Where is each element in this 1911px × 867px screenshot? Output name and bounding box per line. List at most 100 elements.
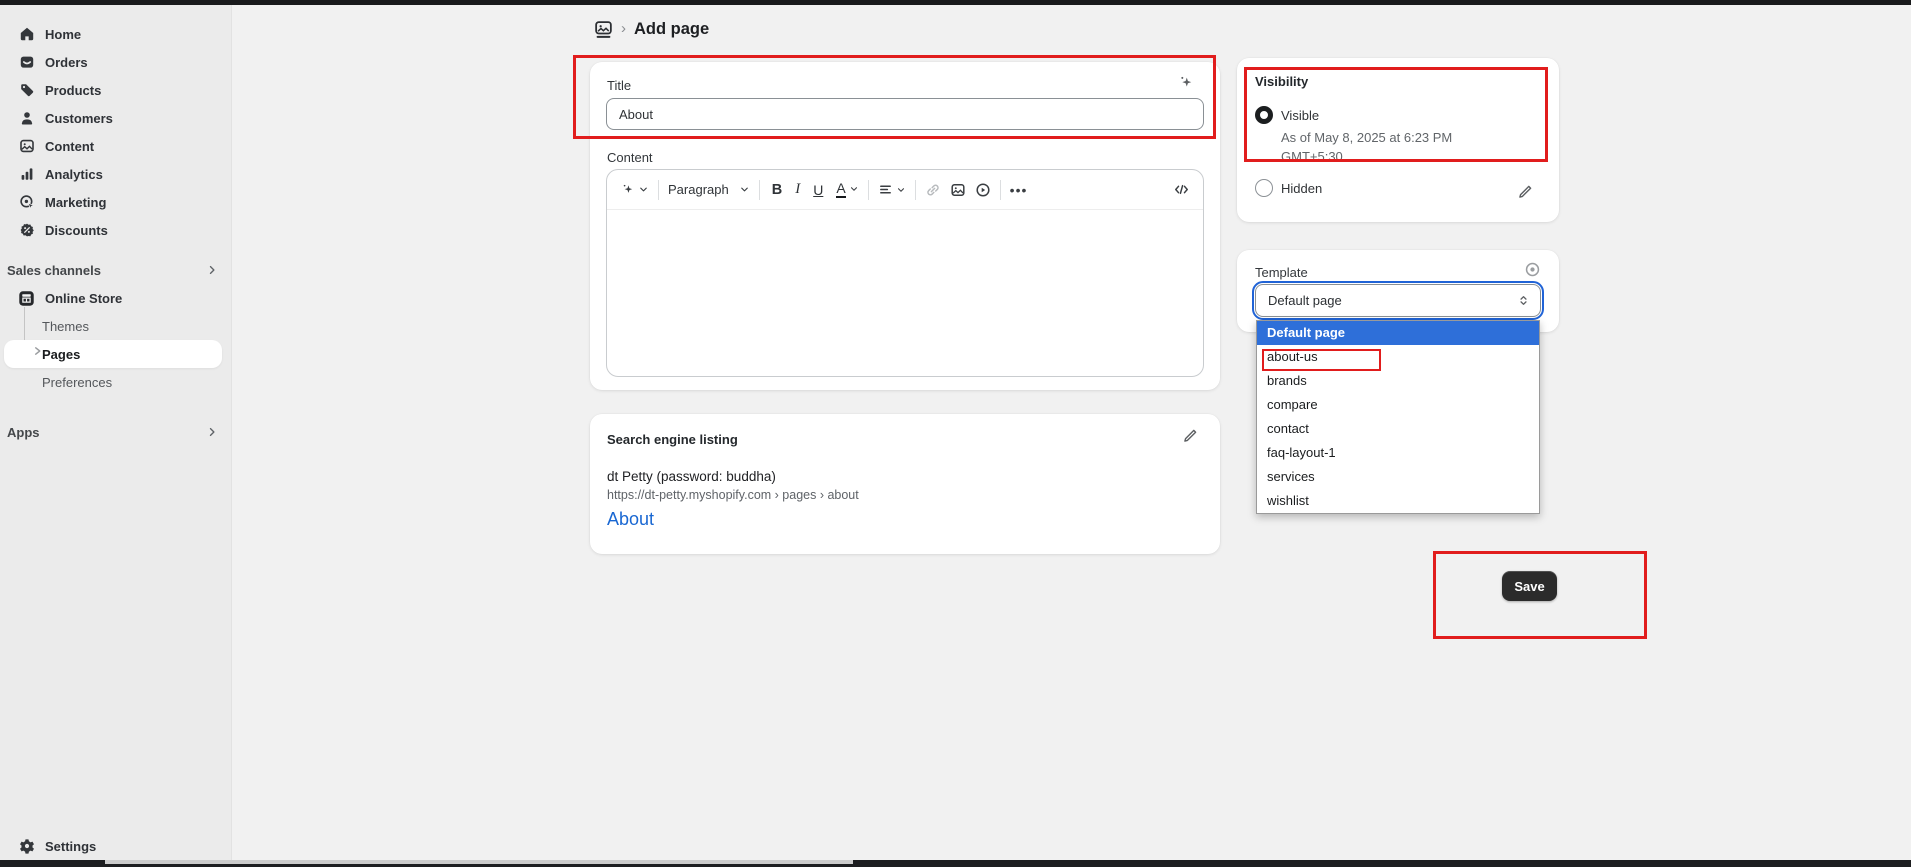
sidebar-item-discounts[interactable]: Discounts xyxy=(0,216,232,244)
underline-button[interactable]: U xyxy=(813,182,823,198)
preview-eye-icon[interactable] xyxy=(1524,261,1541,278)
online-store-icon xyxy=(18,290,35,307)
sidebar-item-label: Pages xyxy=(42,347,80,362)
search-engine-listing-card: Search engine listing dt Petty (password… xyxy=(590,414,1220,554)
sidebar-item-preferences[interactable]: Preferences xyxy=(0,368,232,396)
dropdown-option-about-us[interactable]: about-us xyxy=(1257,345,1539,369)
paragraph-style-dropdown[interactable]: Paragraph xyxy=(668,182,750,197)
sidebar-section-apps[interactable]: Apps xyxy=(0,418,232,446)
title-content-card: Title Content Paragraph B I U xyxy=(590,62,1220,390)
show-html-button[interactable] xyxy=(1173,181,1190,198)
edit-pencil-icon[interactable] xyxy=(1517,184,1533,200)
visible-radio-label[interactable]: Visible xyxy=(1281,108,1319,123)
template-label: Template xyxy=(1255,265,1308,280)
insert-image-button[interactable] xyxy=(950,182,966,198)
italic-button[interactable]: I xyxy=(795,181,800,198)
text-color-button[interactable]: A xyxy=(836,181,858,198)
visibility-schedule-line2: GMT+5:30 xyxy=(1281,147,1343,166)
sidebar: Home Orders Products Customers Content xyxy=(0,5,232,860)
more-options-button[interactable]: ••• xyxy=(1010,182,1028,198)
paragraph-label: Paragraph xyxy=(668,182,729,197)
sidebar-item-label: Content xyxy=(45,139,94,154)
sales-channels-label: Sales channels xyxy=(7,263,101,278)
seo-store-line: dt Petty (password: buddha) xyxy=(607,469,776,484)
sidebar-item-orders[interactable]: Orders xyxy=(0,48,232,76)
home-icon xyxy=(18,26,35,43)
sidebar-item-label: Customers xyxy=(45,111,113,126)
editor-toolbar: Paragraph B I U A xyxy=(607,170,1203,210)
chevron-right-icon xyxy=(206,264,218,276)
toolbar-divider xyxy=(1000,180,1001,200)
window-top-edge xyxy=(0,0,1911,5)
marketing-target-icon xyxy=(18,194,35,211)
customers-icon xyxy=(18,110,35,127)
breadcrumb: › Add page xyxy=(594,20,709,39)
dropdown-option-faq-layout-1[interactable]: faq-layout-1 xyxy=(1257,441,1539,465)
sidebar-item-products[interactable]: Products xyxy=(0,76,232,104)
template-dropdown-list: Default page about-us brands compare con… xyxy=(1256,320,1540,514)
sidebar-item-label: Themes xyxy=(42,319,89,334)
rich-text-editor[interactable]: Paragraph B I U A xyxy=(606,169,1204,377)
orders-icon xyxy=(18,54,35,71)
visibility-schedule-line1: As of May 8, 2025 at 6:23 PM xyxy=(1281,128,1452,147)
discounts-percent-icon xyxy=(18,222,35,239)
apps-label: Apps xyxy=(7,425,40,440)
visibility-heading: Visibility xyxy=(1255,74,1308,89)
pages-breadcrumb-icon[interactable] xyxy=(594,20,613,39)
template-select[interactable]: Default page xyxy=(1255,284,1541,317)
sidebar-section-sales-channels[interactable]: Sales channels xyxy=(0,256,232,284)
dropdown-option-wishlist[interactable]: wishlist xyxy=(1257,489,1539,513)
sidebar-item-home[interactable]: Home xyxy=(0,20,232,48)
seo-url-line: https://dt-petty.myshopify.com › pages ›… xyxy=(607,488,859,502)
visibility-card: Visibility Visible As of May 8, 2025 at … xyxy=(1237,58,1559,222)
sidebar-item-label: Home xyxy=(45,27,81,42)
sidebar-item-label: Settings xyxy=(45,839,96,854)
alignment-button[interactable] xyxy=(878,182,906,197)
toolbar-divider xyxy=(868,180,869,200)
title-input[interactable] xyxy=(606,98,1204,130)
save-button[interactable]: Save xyxy=(1502,571,1557,601)
dropdown-option-services[interactable]: services xyxy=(1257,465,1539,489)
sidebar-item-label: Marketing xyxy=(45,195,106,210)
content-field-label: Content xyxy=(607,150,653,165)
toolbar-divider xyxy=(915,180,916,200)
sidebar-item-settings[interactable]: Settings xyxy=(0,832,232,860)
title-field-label: Title xyxy=(607,78,631,93)
sidebar-item-label: Preferences xyxy=(42,375,112,390)
sidebar-item-customers[interactable]: Customers xyxy=(0,104,232,132)
seo-result-title-link[interactable]: About xyxy=(607,509,654,530)
visible-radio-selected[interactable] xyxy=(1255,106,1273,124)
sidebar-item-content[interactable]: Content xyxy=(0,132,232,160)
breadcrumb-separator: › xyxy=(621,21,626,38)
shopify-admin-window: Home Orders Products Customers Content xyxy=(0,0,1911,867)
content-icon xyxy=(18,138,35,155)
select-updown-icon xyxy=(1517,294,1530,307)
tree-arrow-icon xyxy=(33,346,42,356)
dropdown-option-compare[interactable]: compare xyxy=(1257,393,1539,417)
bold-button[interactable]: B xyxy=(772,182,782,198)
sidebar-item-label: Analytics xyxy=(45,167,103,182)
products-tag-icon xyxy=(18,82,35,99)
dropdown-option-default-page[interactable]: Default page xyxy=(1257,321,1539,345)
hidden-radio-label[interactable]: Hidden xyxy=(1281,181,1322,196)
editor-content-area[interactable] xyxy=(607,210,1203,377)
link-button-disabled[interactable] xyxy=(925,182,941,198)
seo-heading: Search engine listing xyxy=(607,432,738,447)
sidebar-item-label: Discounts xyxy=(45,223,108,238)
analytics-bars-icon xyxy=(18,166,35,183)
dropdown-option-brands[interactable]: brands xyxy=(1257,369,1539,393)
sidebar-item-marketing[interactable]: Marketing xyxy=(0,188,232,216)
dropdown-option-contact[interactable]: contact xyxy=(1257,417,1539,441)
template-selected-value: Default page xyxy=(1268,293,1342,308)
hidden-radio[interactable] xyxy=(1255,179,1273,197)
magic-sparkle-icon[interactable] xyxy=(1177,74,1194,91)
sidebar-item-label: Online Store xyxy=(45,291,122,306)
sidebar-item-analytics[interactable]: Analytics xyxy=(0,160,232,188)
sidebar-item-themes[interactable]: Themes xyxy=(0,312,232,340)
horizontal-scrollbar-thumb[interactable] xyxy=(105,860,853,864)
insert-video-button[interactable] xyxy=(975,182,991,198)
ai-sparkle-button[interactable] xyxy=(620,182,649,197)
page-title: Add page xyxy=(634,20,709,39)
edit-pencil-icon[interactable] xyxy=(1182,428,1198,444)
toolbar-divider xyxy=(658,180,659,200)
